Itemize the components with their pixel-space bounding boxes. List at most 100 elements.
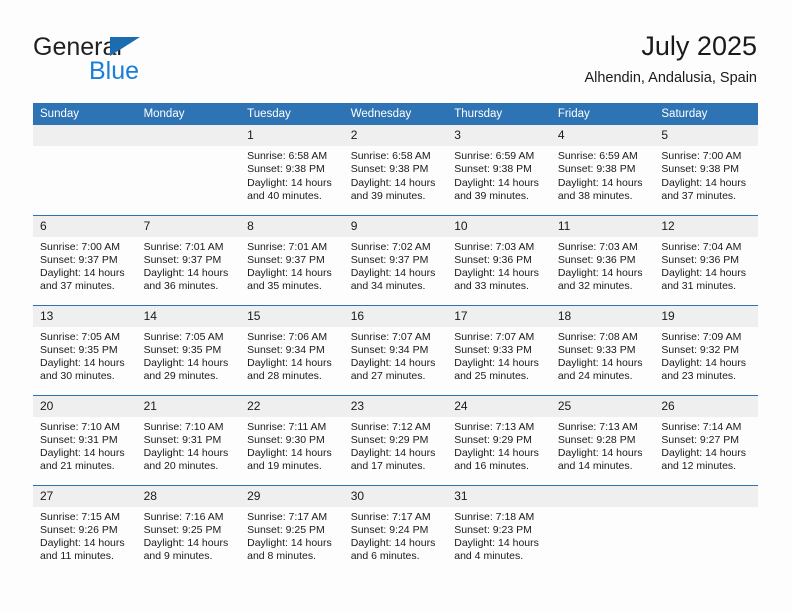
sunset-time: Sunset: 9:37 PM [143,253,222,266]
daylight-duration: Daylight: 14 hours and 36 minutes. [143,267,229,293]
calendar-day-cell[interactable]: 24 Sunrise: 7:13 AM Sunset: 9:29 PM Dayligh… [447,394,551,485]
day-number: 24 [447,395,551,417]
day-number: 6 [33,215,137,237]
day-details: Sunrise: 7:03 AM Sunset: 9:36 PM Daylight:… [447,237,551,294]
day-details: Sunrise: 7:08 AM Sunset: 9:33 PM Daylight:… [551,327,655,384]
daylight-duration: Daylight: 14 hours and 4 minutes. [454,537,539,563]
sunset-time: Sunset: 9:35 PM [143,343,222,356]
daylight-duration: Daylight: 14 hours and 8 minutes. [247,537,332,563]
day-number: 21 [136,395,241,417]
calendar-day-cell[interactable]: 22 Sunrise: 7:11 AM Sunset: 9:30 PM Dayligh… [240,394,344,485]
calendar-day-cell[interactable]: 29 Sunrise: 7:17 AM Sunset: 9:25 PM Dayligh… [240,484,344,575]
sunrise-time: Sunrise: 6:58 AM [350,150,431,162]
sunrise-time: Sunrise: 7:05 AM [143,330,224,343]
calendar-day-cell[interactable]: 18 Sunrise: 7:08 AM Sunset: 9:33 PM Dayligh… [550,304,655,395]
calendar-day-cell[interactable]: 9 Sunrise: 7:02 AM Sunset: 9:37 PM Daylight… [343,214,448,305]
calendar-day-cell[interactable]: 7 Sunrise: 7:01 AM Sunset: 9:37 PM Daylight… [136,214,241,305]
sunrise-time: Sunrise: 7:04 AM [661,240,742,253]
logo-triangle-icon [110,37,140,56]
calendar-week-row: 20 Sunrise: 7:10 AM Sunset: 9:31 PM Dayligh… [33,394,758,485]
calendar-day-cell[interactable]: 20 Sunrise: 7:10 AM Sunset: 9:31 PM Dayligh… [33,394,137,485]
calendar-day-cell[interactable]: 6 Sunrise: 7:00 AM Sunset: 9:37 PM Daylight… [33,214,137,305]
sunset-time: Sunset: 9:29 PM [454,433,532,446]
daylight-duration: Daylight: 14 hours and 39 minutes. [454,176,539,202]
calendar-day-cell[interactable]: 27 Sunrise: 7:15 AM Sunset: 9:26 PM Dayligh… [33,484,137,575]
calendar-day-cell[interactable]: 19 Sunrise: 7:09 AM Sunset: 9:32 PM Dayligh… [654,304,758,395]
day-details: Sunrise: 7:00 AM Sunset: 9:38 PM Daylight:… [654,146,758,203]
calendar-day-cell[interactable]: 13 Sunrise: 7:05 AM Sunset: 9:35 PM Dayligh… [33,304,137,395]
day-details: Sunrise: 7:14 AM Sunset: 9:27 PM Daylight:… [654,417,758,474]
day-number: 10 [447,215,551,237]
calendar-day-cell[interactable]: 4 Sunrise: 6:59 AM Sunset: 9:38 PM Daylight… [550,125,655,215]
day-number: 8 [240,215,344,237]
sunrise-time: Sunrise: 7:07 AM [350,330,431,343]
day-details: Sunrise: 7:07 AM Sunset: 9:33 PM Daylight:… [447,327,551,384]
title-block: July 2025 Alhendin, Andalusia, Spain [584,30,757,87]
weekday-header-wednesday: Wednesday [343,103,448,125]
sunrise-time: Sunrise: 6:58 AM [247,150,328,162]
sunset-time: Sunset: 9:23 PM [454,523,532,536]
sunset-time: Sunset: 9:33 PM [454,343,532,356]
sunrise-time: Sunrise: 7:10 AM [40,420,120,433]
calendar-day-cell[interactable]: 10 Sunrise: 7:03 AM Sunset: 9:36 PM Dayligh… [447,214,551,305]
sunset-time: Sunset: 9:24 PM [350,523,429,536]
day-details: Sunrise: 7:07 AM Sunset: 9:34 PM Daylight:… [344,327,448,384]
calendar-day-cell[interactable]: 2 Sunrise: 6:58 AM Sunset: 9:38 PM Daylight… [343,125,448,215]
day-details: Sunrise: 7:16 AM Sunset: 9:25 PM Daylight:… [137,507,241,564]
calendar-day-cell[interactable]: 11 Sunrise: 7:03 AM Sunset: 9:36 PM Dayligh… [550,214,655,305]
day-details: Sunrise: 7:04 AM Sunset: 9:36 PM Daylight:… [654,237,758,294]
calendar-day-cell[interactable]: 17 Sunrise: 7:07 AM Sunset: 9:33 PM Dayligh… [447,304,551,395]
day-details: Sunrise: 7:17 AM Sunset: 9:24 PM Daylight:… [344,507,448,564]
sunset-time: Sunset: 9:37 PM [350,253,429,266]
calendar-day-cell[interactable]: 31 Sunrise: 7:18 AM Sunset: 9:23 PM Dayligh… [447,484,551,575]
day-number: 14 [136,305,241,327]
calendar-day-cell[interactable]: 21 Sunrise: 7:10 AM Sunset: 9:31 PM Dayligh… [136,394,241,485]
calendar-day-cell[interactable]: 14 Sunrise: 7:05 AM Sunset: 9:35 PM Dayligh… [136,304,241,395]
weekday-header-saturday: Saturday [654,103,758,125]
sunrise-time: Sunrise: 7:10 AM [143,420,224,433]
calendar-day-cell[interactable]: 30 Sunrise: 7:17 AM Sunset: 9:24 PM Dayligh… [343,484,448,575]
daylight-duration: Daylight: 14 hours and 24 minutes. [557,357,643,383]
day-number: 25 [550,395,655,417]
calendar-day-cell[interactable]: 15 Sunrise: 7:06 AM Sunset: 9:34 PM Dayligh… [240,304,344,395]
sunrise-time: Sunrise: 6:59 AM [454,150,535,162]
sunset-time: Sunset: 9:36 PM [454,253,532,266]
daylight-duration: Daylight: 14 hours and 21 minutes. [40,447,125,473]
day-number: 27 [33,485,137,507]
calendar-day-cell[interactable]: 8 Sunrise: 7:01 AM Sunset: 9:37 PM Daylight… [240,214,344,305]
calendar-day-cell[interactable]: 3 Sunrise: 6:59 AM Sunset: 9:38 PM Daylight… [447,125,551,215]
daylight-duration: Daylight: 14 hours and 27 minutes. [350,357,436,383]
general-blue-logo[interactable]: General Blue [33,34,233,90]
daylight-duration: Daylight: 14 hours and 30 minutes. [40,357,125,383]
sunrise-time: Sunrise: 7:02 AM [350,240,431,253]
day-details: Sunrise: 7:05 AM Sunset: 9:35 PM Daylight:… [137,327,241,384]
weekday-header-monday: Monday [136,103,241,125]
sunrise-time: Sunrise: 7:03 AM [454,240,535,253]
weekday-header-friday: Friday [550,103,655,125]
day-number: 9 [343,215,448,237]
day-number [33,125,137,146]
day-number: 30 [343,485,448,507]
sunrise-time: Sunrise: 7:18 AM [454,510,535,523]
calendar-body: 1 Sunrise: 6:58 AM Sunset: 9:38 PM Daylight… [33,125,758,575]
weekday-header-tuesday: Tuesday [240,103,344,125]
daylight-duration: Daylight: 14 hours and 11 minutes. [40,537,125,563]
calendar-day-cell[interactable]: 26 Sunrise: 7:14 AM Sunset: 9:27 PM Dayligh… [654,394,758,485]
sunset-time: Sunset: 9:26 PM [40,523,118,536]
calendar-day-cell[interactable]: 28 Sunrise: 7:16 AM Sunset: 9:25 PM Dayligh… [136,484,241,575]
calendar-day-cell[interactable]: 25 Sunrise: 7:13 AM Sunset: 9:28 PM Dayligh… [550,394,655,485]
calendar-day-cell[interactable]: 16 Sunrise: 7:07 AM Sunset: 9:34 PM Dayligh… [343,304,448,395]
calendar-day-cell[interactable]: 12 Sunrise: 7:04 AM Sunset: 9:36 PM Dayligh… [654,214,758,305]
daylight-duration: Daylight: 14 hours and 40 minutes. [247,176,332,202]
calendar-day-cell[interactable]: 1 Sunrise: 6:58 AM Sunset: 9:38 PM Daylight… [240,125,344,215]
day-number: 11 [550,215,655,237]
sunset-time: Sunset: 9:37 PM [247,253,325,266]
sunrise-time: Sunrise: 7:12 AM [350,420,431,433]
sunrise-time: Sunrise: 6:59 AM [557,150,638,162]
calendar-day-cell[interactable]: 23 Sunrise: 7:12 AM Sunset: 9:29 PM Dayligh… [343,394,448,485]
calendar-page: General Blue July 2025 Alhendin, Andalus… [0,0,792,612]
calendar-day-cell[interactable]: 5 Sunrise: 7:00 AM Sunset: 9:38 PM Daylight… [654,125,758,215]
daylight-duration: Daylight: 14 hours and 28 minutes. [247,357,332,383]
day-details: Sunrise: 7:06 AM Sunset: 9:34 PM Daylight:… [240,327,344,384]
daylight-duration: Daylight: 14 hours and 34 minutes. [350,267,436,293]
